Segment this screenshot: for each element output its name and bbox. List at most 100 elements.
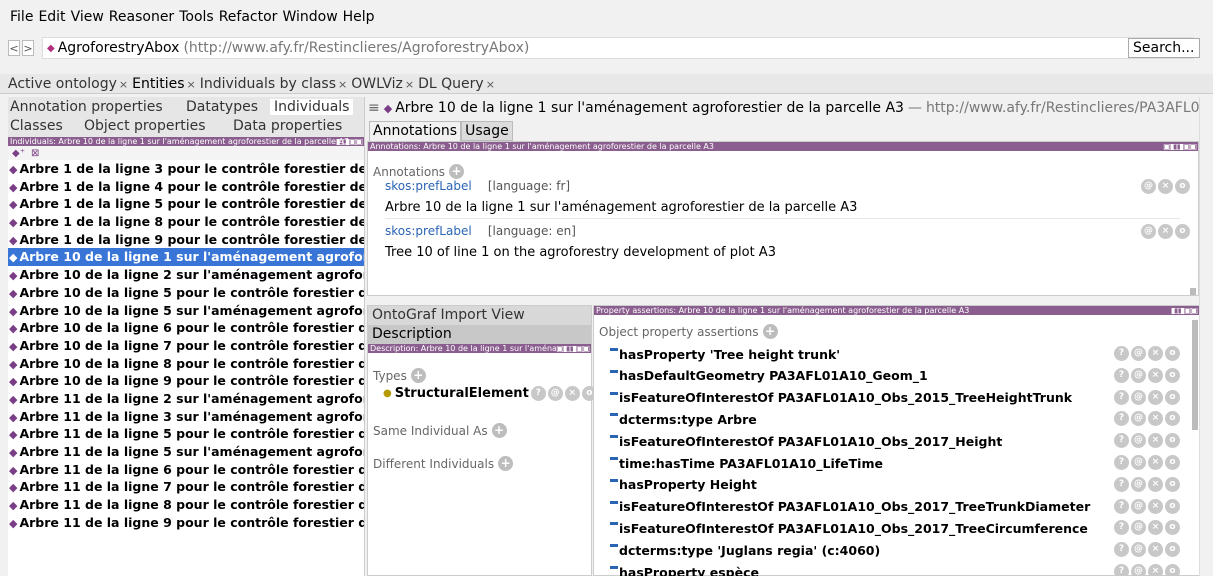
edit-icon[interactable]: o [1165, 433, 1180, 449]
ontology-selector[interactable]: ◆ AgroforestryAbox (http://www.afy.fr/Re… [42, 37, 1194, 59]
property-assertion-row[interactable]: dcterms:type 'Juglans regia' (c:4060)? @ ×… [610, 540, 1190, 560]
annotate-icon[interactable]: @ [1131, 367, 1146, 383]
close-icon[interactable]: × [119, 78, 128, 91]
view-controls[interactable]: ◧◨▣▣ [336, 137, 363, 146]
delete-icon[interactable]: × [1158, 179, 1173, 194]
explain-icon[interactable]: ? [1114, 564, 1129, 576]
individual-item[interactable]: ◆ Arbre 10 de la ligne 7 pour le contrôle… [8, 337, 364, 355]
delete-icon[interactable]: × [1148, 433, 1163, 449]
explain-icon[interactable]: ? [1114, 455, 1129, 470]
delete-icon[interactable]: × [1148, 367, 1163, 383]
menu-edit[interactable]: Edit [38, 9, 65, 25]
forward-button[interactable]: > [22, 40, 34, 56]
tab-active-ontology[interactable]: Active ontology × [8, 76, 128, 92]
explain-icon[interactable]: ? [530, 386, 546, 401]
scrollbar[interactable] [1190, 288, 1196, 295]
property-assertion-row[interactable]: time:hasTime PA3AFL01A10_LifeTime? @ × o [610, 453, 1190, 473]
property-assertion-row[interactable]: isFeatureOfInterestOf PA3AFL01A10_Obs_20… [610, 431, 1190, 451]
individual-item[interactable]: ◆ Arbre 11 de la ligne 9 pour le contrôle… [8, 514, 364, 532]
type-value[interactable]: StructuralElement [395, 386, 529, 401]
view-controls[interactable]: ▣◧◨▣▣ [556, 344, 590, 353]
edit-icon[interactable]: o [1165, 455, 1180, 470]
add-annotation-icon[interactable]: + [449, 164, 465, 179]
property-assertion-row[interactable]: hasProperty 'Tree height trunk'? @ × o [610, 344, 1190, 364]
delete-icon[interactable]: × [1148, 520, 1163, 536]
annotate-icon[interactable]: @ [1131, 455, 1146, 470]
scrollbar[interactable] [1192, 320, 1198, 430]
annotate-icon[interactable]: @ [1131, 389, 1146, 405]
edit-icon[interactable]: o [1165, 564, 1180, 576]
edit-icon[interactable]: o [1165, 411, 1180, 427]
explain-icon[interactable]: ? [1114, 476, 1129, 492]
individual-item[interactable]: ◆ Arbre 10 de la ligne 9 pour le contrôle… [8, 372, 364, 390]
close-icon[interactable]: × [187, 78, 196, 91]
delete-icon[interactable]: × [1148, 564, 1163, 576]
tab-individuals[interactable]: Individuals [270, 99, 354, 115]
edit-icon[interactable]: o [1165, 498, 1180, 514]
explain-icon[interactable]: ? [1114, 346, 1129, 361]
edit-icon[interactable]: o [1165, 389, 1180, 405]
property-assertion-row[interactable]: isFeatureOfInterestOf PA3AFL01A10_Obs_20… [610, 497, 1190, 517]
edit-icon[interactable]: o [1175, 224, 1190, 239]
individual-item[interactable]: ◆ Arbre 1 de la ligne 4 pour le contrôle … [8, 178, 364, 196]
individual-item[interactable]: ◆ Arbre 1 de la ligne 8 pour le contrôle … [8, 213, 364, 231]
individual-item[interactable]: ◆ Arbre 1 de la ligne 3 pour le contrôle … [8, 160, 364, 178]
tab-annotation-properties[interactable]: Annotation properties [10, 99, 163, 115]
edit-icon[interactable]: o [1165, 346, 1180, 361]
annotate-icon[interactable]: @ [1131, 564, 1146, 576]
delete-icon[interactable]: × [1148, 389, 1163, 405]
property-assertion-row[interactable]: hasDefaultGeometry PA3AFL01A10_Geom_1? @ ×… [610, 366, 1190, 386]
menu-file[interactable]: File [10, 9, 33, 25]
individual-item[interactable]: ◆ Arbre 11 de la ligne 2 sur l'aménagemen… [8, 390, 364, 408]
annotate-icon[interactable]: @ [1131, 498, 1146, 514]
menu-tools[interactable]: Tools [179, 9, 214, 25]
back-button[interactable]: < [8, 40, 20, 56]
delete-icon[interactable]: × [564, 386, 580, 401]
individual-item[interactable]: ◆ Arbre 11 de la ligne 3 sur l'aménagemen… [8, 408, 364, 426]
delete-individual-icon[interactable]: ⊠ [31, 148, 39, 159]
explain-icon[interactable]: ? [1114, 411, 1129, 427]
individual-item[interactable]: ◆ Arbre 11 de la ligne 5 pour le contrôle… [8, 425, 364, 443]
individual-item[interactable]: ◆ Arbre 10 de la ligne 5 sur l'aménagemen… [8, 302, 364, 320]
tab-description[interactable]: Description [368, 325, 591, 344]
menu-help[interactable]: Help [343, 9, 375, 25]
tab-usage[interactable]: Usage [461, 121, 513, 141]
tab-object-properties[interactable]: Object properties [84, 118, 206, 134]
tab-classes[interactable]: Classes [10, 118, 63, 134]
delete-icon[interactable]: × [1148, 346, 1163, 361]
explain-icon[interactable]: ? [1114, 433, 1129, 449]
explain-icon[interactable]: ? [1114, 367, 1129, 383]
tab-dl-query[interactable]: DL Query × [418, 76, 495, 92]
annotate-icon[interactable]: @ [1131, 476, 1146, 492]
close-icon[interactable]: × [486, 78, 495, 91]
individual-item[interactable]: ◆ Arbre 10 de la ligne 2 sur l'aménagemen… [8, 266, 364, 284]
edit-icon[interactable]: o [1165, 520, 1180, 536]
tab-data-properties[interactable]: Data properties [233, 118, 342, 134]
edit-icon[interactable]: o [1165, 476, 1180, 492]
search-field[interactable]: Search... [1128, 38, 1200, 58]
explain-icon[interactable]: ? [1114, 389, 1129, 405]
edit-icon[interactable]: o [1165, 367, 1180, 383]
annotate-icon[interactable]: @ [1131, 346, 1146, 361]
individual-item[interactable]: ◆ Arbre 11 de la ligne 8 pour le contrôle… [8, 496, 364, 514]
property-assertion-row[interactable]: hasProperty Height? @ × o [610, 475, 1190, 495]
tab-owlviz[interactable]: OWLViz × [351, 76, 414, 92]
view-controls[interactable]: ▣◧◨▣▣ [1163, 142, 1197, 151]
menu-icon[interactable]: ≡ [368, 100, 380, 116]
menu-view[interactable]: View [71, 9, 104, 25]
property-assertion-row[interactable]: hasProperty espèce? @ × o [610, 562, 1190, 576]
property-assertion-row[interactable]: isFeatureOfInterestOf PA3AFL01A10_Obs_20… [610, 518, 1190, 538]
tab-ontograf[interactable]: OntoGraf Import View [368, 306, 591, 325]
annotate-icon[interactable]: @ [547, 386, 563, 401]
delete-icon[interactable]: × [1148, 476, 1163, 492]
individual-item[interactable]: ◆ Arbre 10 de la ligne 1 sur l'aménagemen… [8, 248, 364, 267]
edit-icon[interactable]: o [1165, 542, 1180, 558]
individual-item[interactable]: ◆ Arbre 11 de la ligne 7 pour le contrôle… [8, 478, 364, 496]
menu-window[interactable]: Window [282, 9, 337, 25]
annotate-icon[interactable]: @ [1131, 542, 1146, 558]
individual-item[interactable]: ◆ Arbre 1 de la ligne 5 pour le contrôle … [8, 195, 364, 213]
add-same-individual-icon[interactable]: + [491, 423, 507, 438]
close-icon[interactable]: × [338, 78, 347, 91]
delete-icon[interactable]: × [1158, 224, 1173, 239]
tab-datatypes[interactable]: Datatypes [186, 99, 258, 115]
